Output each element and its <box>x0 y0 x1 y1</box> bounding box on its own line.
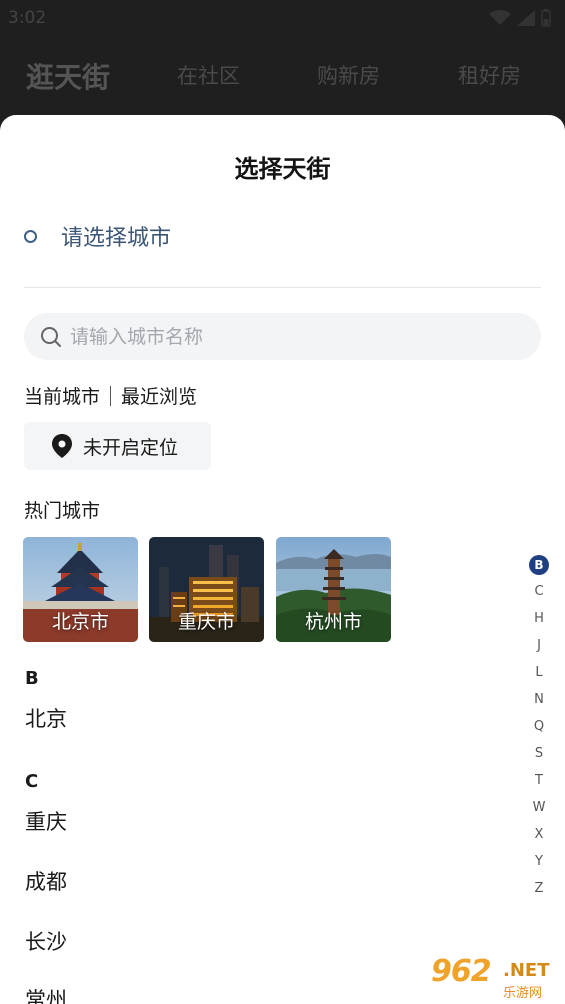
city-select-prompt[interactable]: 请选择城市 <box>24 220 171 252</box>
hot-city-card-beijing[interactable]: 北京市 <box>23 537 138 642</box>
hot-city-label: 重庆市 <box>177 611 235 633</box>
index-letter[interactable]: N <box>528 686 550 713</box>
city-item[interactable]: 常州 <box>25 984 67 1004</box>
group-letter-c: C <box>25 771 39 792</box>
index-letter[interactable]: L <box>528 659 550 686</box>
circle-icon <box>24 229 37 243</box>
hot-cities-title: 热门城市 <box>24 500 101 522</box>
background-nav: 逛天街 在社区 购新房 租好房 <box>0 50 565 106</box>
bg-tab-community: 在社区 <box>177 64 240 88</box>
index-letter[interactable]: Z <box>528 875 550 902</box>
index-letter[interactable]: S <box>528 740 550 767</box>
status-time: 3:02 <box>8 8 47 28</box>
hot-city-card-chongqing[interactable]: 重庆市 <box>149 537 264 642</box>
hot-city-label: 杭州市 <box>304 611 362 633</box>
sheet-title: 选择天街 <box>234 155 331 183</box>
tab-recent-browse[interactable]: 最近浏览 <box>121 382 197 409</box>
location-label: 未开启定位 <box>83 436 179 459</box>
index-letter[interactable]: Q <box>528 713 550 740</box>
index-letter[interactable]: Y <box>528 848 550 875</box>
index-letter[interactable]: T <box>528 767 550 794</box>
city-tabs: 当前城市 最近浏览 <box>24 382 197 409</box>
watermark-sub: 乐游网 <box>503 986 543 1001</box>
search-box[interactable] <box>24 313 541 360</box>
status-icons <box>489 9 551 27</box>
signal-icon <box>517 10 535 26</box>
index-letter[interactable]: X <box>528 821 550 848</box>
index-letter[interactable]: H <box>528 605 550 632</box>
watermark-net: .NET <box>503 960 550 981</box>
hot-city-label: 北京市 <box>51 611 109 633</box>
wifi-icon <box>489 10 511 25</box>
location-pin-icon <box>52 434 72 458</box>
divider <box>24 287 541 288</box>
hot-city-card-hangzhou[interactable]: 杭州市 <box>276 537 391 642</box>
watermark-logo: 962 .NET 乐游网 <box>425 954 557 1001</box>
bg-tab-new-house: 购新房 <box>317 64 380 88</box>
tab-separator <box>110 385 112 406</box>
index-letter[interactable]: J <box>528 632 550 659</box>
city-item[interactable]: 北京 <box>25 703 67 733</box>
index-letter-active[interactable]: B <box>528 551 550 578</box>
city-item[interactable]: 成都 <box>25 866 67 896</box>
search-icon <box>41 326 61 347</box>
select-prompt-text: 请选择城市 <box>61 226 172 251</box>
battery-icon <box>541 9 551 27</box>
city-item[interactable]: 长沙 <box>25 926 67 956</box>
status-bar: 3:02 <box>0 0 565 38</box>
index-letter[interactable]: W <box>528 794 550 821</box>
location-button[interactable]: 未开启定位 <box>24 422 211 470</box>
city-item[interactable]: 重庆 <box>25 806 67 836</box>
search-input[interactable] <box>70 325 490 348</box>
watermark-main: 962 <box>431 954 492 989</box>
bg-tab-mall: 逛天街 <box>26 61 111 94</box>
bg-tab-rent: 租好房 <box>458 64 521 88</box>
index-letter[interactable]: C <box>528 578 550 605</box>
alphabet-index[interactable]: B C H J L N Q S T W X Y Z <box>528 551 550 902</box>
group-letter-b: B <box>25 668 39 689</box>
city-select-sheet: 选择天街 请选择城市 当前城市 最近浏览 未开启定位 热门城市 <box>0 115 565 1004</box>
tab-current-city[interactable]: 当前城市 <box>24 382 100 409</box>
